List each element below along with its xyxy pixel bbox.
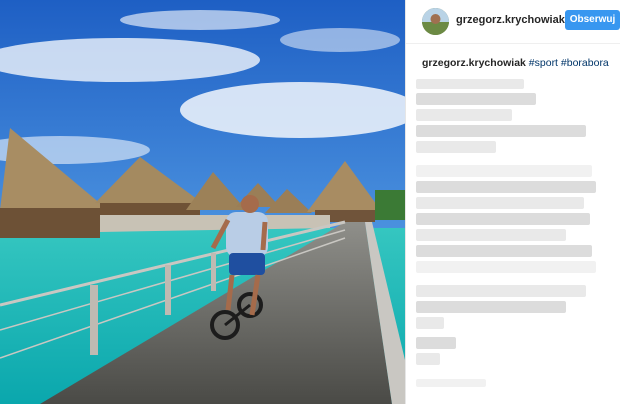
follow-button[interactable]: Obserwuj xyxy=(565,10,620,30)
caption-username[interactable]: grzegorz.krychowiak xyxy=(422,57,526,69)
post-photo-image xyxy=(0,0,405,404)
hashtag-sport[interactable]: #sport xyxy=(529,57,558,69)
hashtag-borabora[interactable]: #borabora xyxy=(561,57,609,69)
avatar[interactable] xyxy=(422,8,449,35)
username-link[interactable]: grzegorz.krychowiak xyxy=(456,14,565,26)
caption: grzegorz.krychowiak #sport #borabora xyxy=(422,57,609,69)
post-sidebar: grzegorz.krychowiak Obserwuj grzegorz.kr… xyxy=(405,0,620,404)
blurred-comments xyxy=(416,73,620,403)
post-photo[interactable] xyxy=(0,0,405,404)
post-header: grzegorz.krychowiak Obserwuj xyxy=(406,0,620,44)
